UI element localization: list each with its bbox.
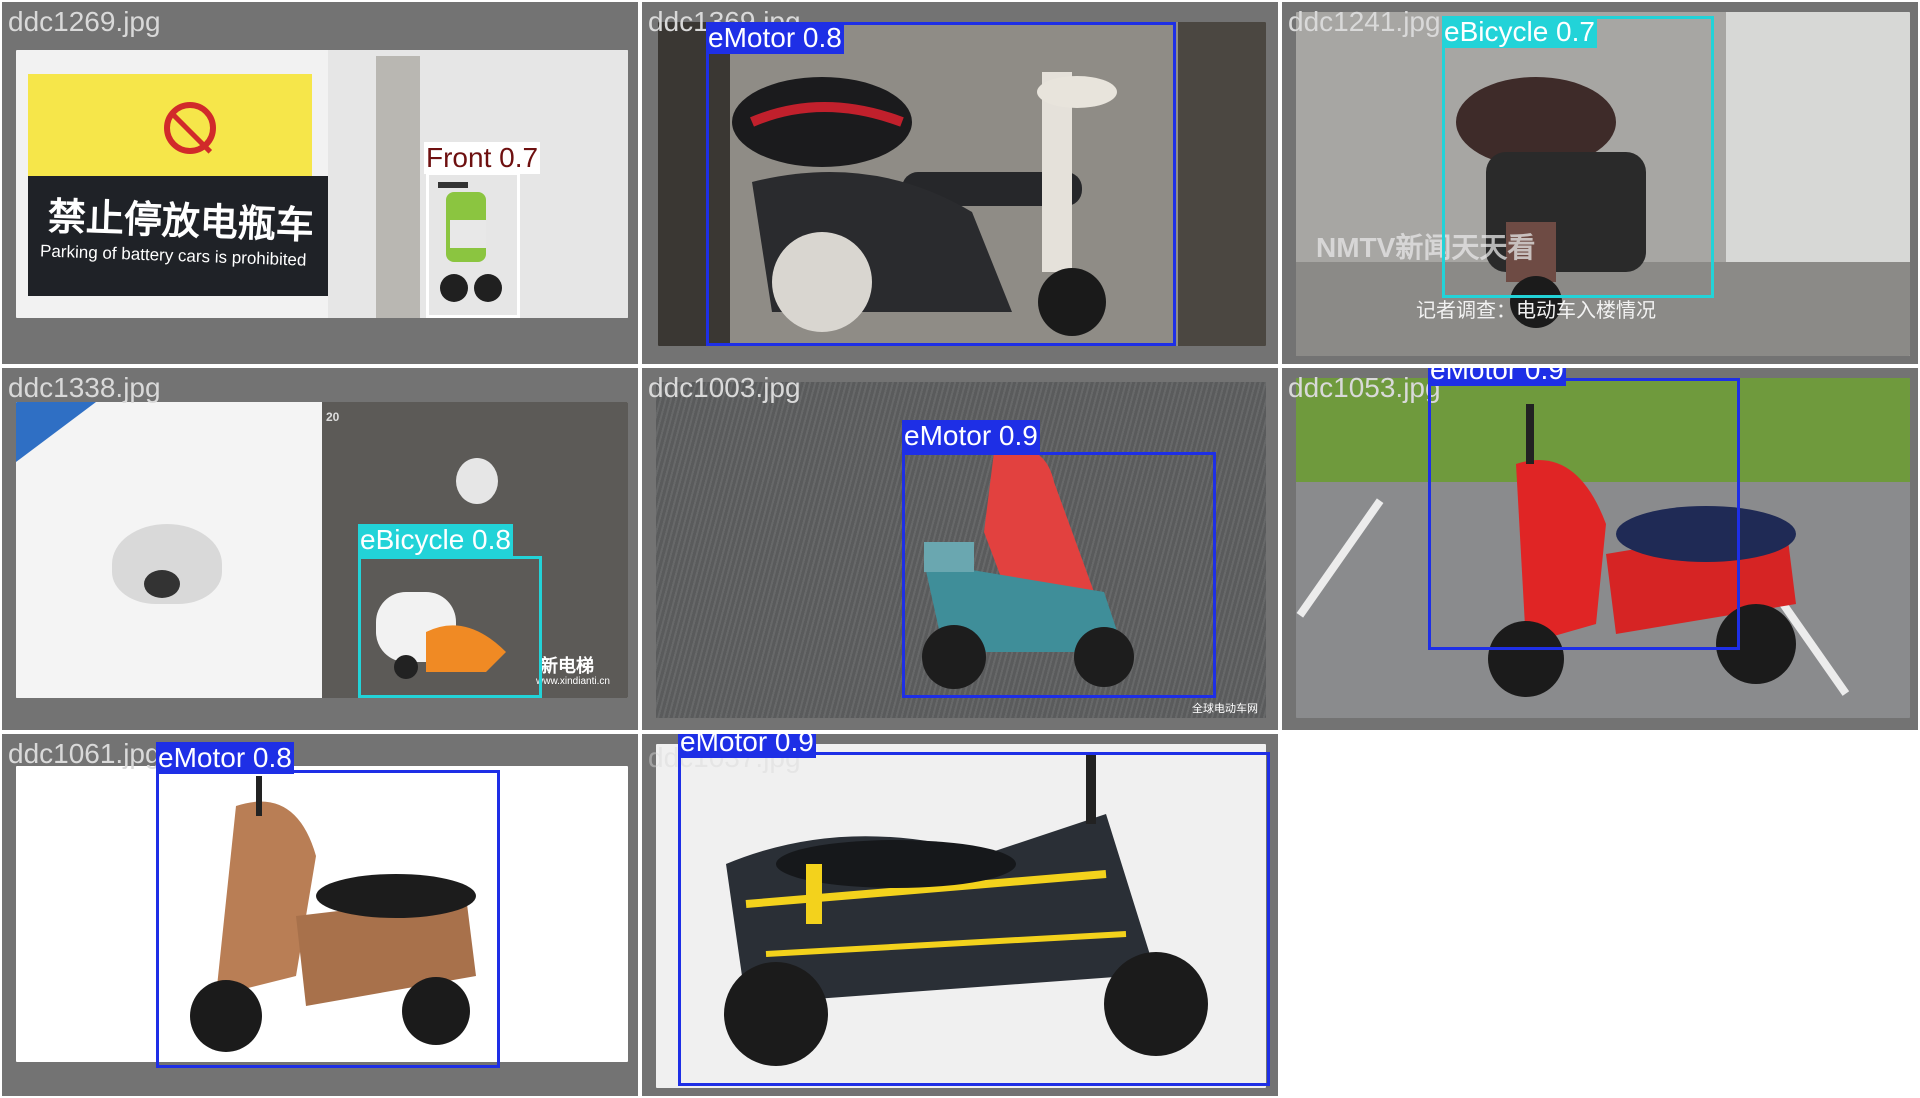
- no-bike-icon: [164, 102, 216, 154]
- black-sign-panel: 禁止停放电瓶车 Parking of battery cars is prohi…: [28, 176, 328, 296]
- image-tile[interactable]: 全球电动车网 eMotor 0.9 ddc1003.jpg: [640, 366, 1280, 732]
- elevator-url: www.xindianti.cn: [536, 676, 610, 687]
- detection-label: eMotor 0.9: [1428, 368, 1566, 386]
- detection-label: eBicycle 0.8: [358, 524, 513, 556]
- image-tile[interactable]: eMotor 0.9 ddc1053.jpg: [1280, 366, 1920, 732]
- image-tile[interactable]: eMotor 0.9 ddc1037.jpg: [640, 732, 1280, 1098]
- image-tile[interactable]: eMotor 0.8 ddc1369.jpg: [640, 0, 1280, 366]
- detection-label: eMotor 0.8: [156, 742, 294, 774]
- bounding-box: [358, 556, 542, 698]
- detection-label: eMotor 0.9: [678, 734, 816, 758]
- bounding-box: [1428, 378, 1740, 650]
- bounding-box: [426, 172, 520, 318]
- image-tile[interactable]: 禁止停放电瓶车 Parking of battery cars is prohi…: [0, 0, 640, 366]
- bounding-box: [1442, 16, 1714, 298]
- image-tile[interactable]: eMotor 0.8 ddc1061.jpg: [0, 732, 640, 1098]
- photo-ddc1269: 禁止停放电瓶车 Parking of battery cars is prohi…: [16, 50, 628, 318]
- bounding-box: [678, 752, 1270, 1086]
- door: [376, 56, 420, 318]
- filename-label: ddc1338.jpg: [8, 372, 161, 403]
- empty-grid-slot: [1280, 732, 1920, 1098]
- filename-label: ddc1061.jpg: [8, 738, 161, 769]
- filename-label: ddc1241.jpg: [1288, 6, 1441, 37]
- detection-grid: 禁止停放电瓶车 Parking of battery cars is prohi…: [0, 0, 1920, 1098]
- rider-helmet: [456, 458, 498, 504]
- detection-label: eMotor 0.9: [902, 420, 1040, 452]
- sign-text-chinese: 禁止停放电瓶车: [47, 196, 315, 248]
- elevator-wall-right: [1178, 22, 1266, 346]
- filename-label: ddc1053.jpg: [1288, 372, 1441, 403]
- elevator-watermark: 新电梯: [540, 656, 594, 676]
- dome-camera-icon: [112, 524, 222, 604]
- image-tile[interactable]: 20 新电梯 www.xindianti.cn eBicycle 0.8 ddc…: [0, 366, 640, 732]
- detection-label: eMotor 0.8: [706, 22, 844, 54]
- image-tile[interactable]: NMTV新闻天天看 记者调查：电动车入楼情况 eBicycle 0.7 ddc1…: [1280, 0, 1920, 366]
- news-caption: 记者调查：电动车入楼情况: [1416, 300, 1656, 322]
- detection-label: Front 0.7: [424, 142, 541, 174]
- site-watermark: 全球电动车网: [1192, 703, 1258, 715]
- bounding-box: [706, 22, 1176, 346]
- filename-label: ddc1003.jpg: [648, 372, 801, 403]
- bounding-box: [902, 452, 1216, 698]
- filename-label: ddc1269.jpg: [8, 6, 161, 37]
- detection-label: eBicycle 0.7: [1442, 16, 1597, 48]
- bounding-box: [156, 770, 500, 1068]
- floor-number: 20: [326, 410, 340, 424]
